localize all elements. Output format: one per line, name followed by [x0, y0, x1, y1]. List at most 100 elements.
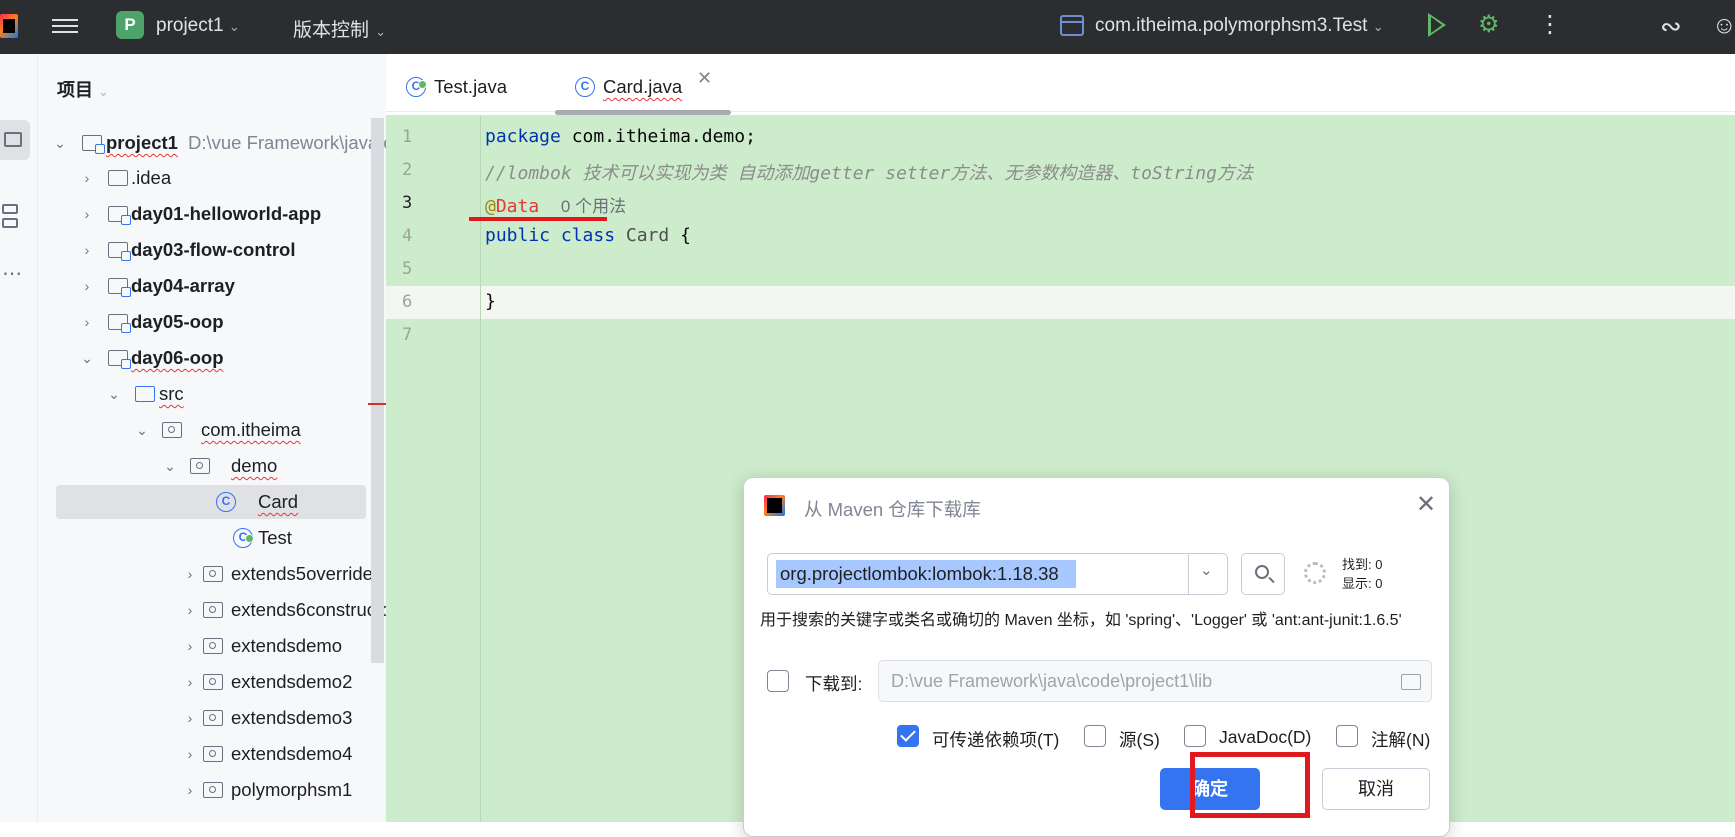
javadoc-checkbox[interactable] — [1184, 725, 1206, 747]
chevron-right-icon[interactable]: › — [80, 305, 94, 339]
chevron-down-icon[interactable]: ⌄ — [107, 377, 121, 411]
tree-item-label: Test — [258, 527, 292, 548]
module-folder-icon — [108, 242, 131, 261]
line-number: 3 — [402, 193, 413, 213]
combobox-separator — [1188, 554, 1189, 594]
ok-button-highlight-frame — [1190, 752, 1310, 818]
tree-item-day05[interactable]: › day05-oop — [38, 305, 386, 339]
chevron-down-icon[interactable]: ⌄ — [53, 126, 67, 160]
download-to-checkbox[interactable] — [767, 670, 789, 692]
tree-item-extendsdemo4[interactable]: › extendsdemo4 — [38, 737, 386, 771]
java-class-icon: C — [216, 492, 236, 512]
project-tool-folder-icon[interactable] — [0, 120, 30, 160]
tree-item-label: day05-oop — [131, 311, 224, 332]
project-switcher[interactable]: project1 ⌄ — [156, 15, 240, 37]
current-line-highlight — [386, 286, 1735, 319]
ai-assistant-icon[interactable]: ∾ — [1660, 11, 1682, 41]
project-panel-header[interactable]: 项目 ⌄ — [57, 76, 109, 102]
maven-coordinate-combobox[interactable]: ⌄ — [767, 553, 1228, 595]
transitive-checkbox[interactable] — [897, 725, 919, 747]
chevron-right-icon[interactable]: › — [80, 197, 94, 231]
tree-item-com-itheima[interactable]: ⌄ com.itheima — [38, 413, 386, 447]
chevron-down-icon: ⌄ — [228, 19, 240, 34]
tree-item-extendsdemo2[interactable]: › extendsdemo2 — [38, 665, 386, 699]
download-path-text: D:\vue Framework\java\code\project1\lib — [891, 671, 1213, 691]
chevron-down-icon[interactable]: ⌄ — [135, 413, 149, 447]
package-icon — [190, 458, 210, 474]
tree-item-test[interactable]: C Test — [38, 521, 386, 555]
project-panel: 项目 ⌄ ⌄ project1D:\vue Framework\java\cod… — [38, 54, 386, 822]
loading-spinner-icon — [1304, 562, 1326, 584]
package-icon — [162, 422, 182, 438]
chevron-right-icon[interactable]: › — [183, 557, 197, 591]
main-menu-icon[interactable] — [52, 15, 78, 37]
tree-item-extendsdemo3[interactable]: › extendsdemo3 — [38, 701, 386, 735]
chevron-down-icon[interactable]: ⌄ — [163, 449, 177, 483]
run-icon[interactable] — [1428, 13, 1446, 37]
tree-item-label: Card — [258, 491, 299, 512]
vcs-menu[interactable]: 版本控制 ⌄ — [293, 15, 386, 42]
debug-bug-icon[interactable]: ⚙ — [1478, 12, 1500, 38]
tree-item-label: extends5override — [231, 563, 373, 584]
more-tools-icon[interactable]: ⋯ — [2, 264, 22, 284]
package-icon — [203, 746, 223, 762]
java-class-icon: C — [575, 77, 595, 97]
chevron-right-icon[interactable]: › — [80, 161, 94, 195]
search-button[interactable] — [1241, 553, 1285, 595]
chevron-right-icon[interactable]: › — [183, 773, 197, 807]
chevron-down-icon[interactable]: ⌄ — [80, 341, 94, 375]
close-icon[interactable]: ✕ — [1416, 490, 1436, 519]
cancel-button[interactable]: 取消 — [1322, 768, 1430, 810]
user-icon[interactable]: ☺ — [1712, 11, 1735, 41]
line-number: 4 — [402, 226, 413, 246]
more-actions-icon[interactable]: ⋮ — [1538, 10, 1562, 40]
chevron-down-icon[interactable]: ⌄ — [1200, 561, 1213, 579]
chevron-right-icon[interactable]: › — [183, 701, 197, 735]
red-marker — [368, 403, 386, 405]
close-tab-icon[interactable]: ✕ — [697, 68, 712, 89]
editor-tab-bar: C Test.java C Card.java — [386, 54, 1735, 112]
module-folder-icon — [108, 314, 131, 333]
tree-item-label: extendsdemo2 — [231, 671, 353, 692]
download-path-field[interactable]: D:\vue Framework\java\code\project1\lib — [878, 660, 1432, 702]
tree-item-label: extendsdemo3 — [231, 707, 353, 728]
annotations-checkbox[interactable] — [1336, 725, 1358, 747]
tree-item-extends6constructor[interactable]: › extends6constructor — [38, 593, 386, 627]
tree-item-label: polymorphsm1 — [231, 779, 353, 800]
chevron-right-icon[interactable]: › — [80, 233, 94, 267]
tree-item-polymorphsm1[interactable]: › polymorphsm1 — [38, 773, 386, 807]
maven-download-dialog: 从 Maven 仓库下载库 ✕ ⌄ 找到: 0 显示: 0 用于搜索的关键字或类… — [743, 477, 1450, 837]
chevron-right-icon[interactable]: › — [183, 737, 197, 771]
chevron-right-icon[interactable]: › — [183, 593, 197, 627]
tree-item-idea[interactable]: › .idea — [38, 161, 386, 195]
chevron-right-icon[interactable]: › — [183, 629, 197, 663]
chevron-right-icon[interactable]: › — [183, 665, 197, 699]
tree-item-extends5override[interactable]: › extends5override — [38, 557, 386, 591]
javadoc-label: JavaDoc(D) — [1219, 727, 1312, 747]
tree-item-label: com.itheima — [201, 419, 301, 440]
tree-item-day01[interactable]: › day01-helloworld-app — [38, 197, 386, 231]
project-panel-scrollbar[interactable] — [371, 118, 384, 663]
tree-item-src[interactable]: ⌄ src — [38, 377, 386, 411]
folder-icon[interactable] — [1401, 674, 1421, 690]
usages-hint: 0 个用法 — [560, 197, 627, 216]
tab-label: Test.java — [434, 76, 508, 97]
tree-item-day06[interactable]: ⌄ day06-oop — [38, 341, 386, 375]
tree-item-card[interactable]: C Card — [56, 485, 366, 519]
tree-item-demo[interactable]: ⌄ demo — [38, 449, 386, 483]
package-icon — [203, 710, 223, 726]
structure-tool-icon[interactable] — [2, 204, 20, 230]
sources-checkbox[interactable] — [1084, 725, 1106, 747]
project-badge[interactable]: P — [116, 11, 144, 39]
intellij-logo-icon — [0, 14, 18, 38]
chevron-right-icon[interactable]: › — [80, 269, 94, 303]
tree-item-extendsdemo[interactable]: › extendsdemo — [38, 629, 386, 663]
maven-coordinate-input[interactable] — [776, 560, 1076, 588]
tree-item-day03[interactable]: › day03-flow-control — [38, 233, 386, 267]
tree-item-project1[interactable]: ⌄ project1D:\vue Framework\java\code\pro… — [38, 126, 386, 160]
red-annotation-underline — [469, 217, 607, 221]
tree-item-day04[interactable]: › day04-array — [38, 269, 386, 303]
run-config-selector[interactable]: com.itheima.polymorphsm3.Test ⌄ — [1095, 15, 1384, 37]
download-to-label: 下载到: — [805, 674, 863, 694]
tree-item-label: extendsdemo4 — [231, 743, 353, 764]
